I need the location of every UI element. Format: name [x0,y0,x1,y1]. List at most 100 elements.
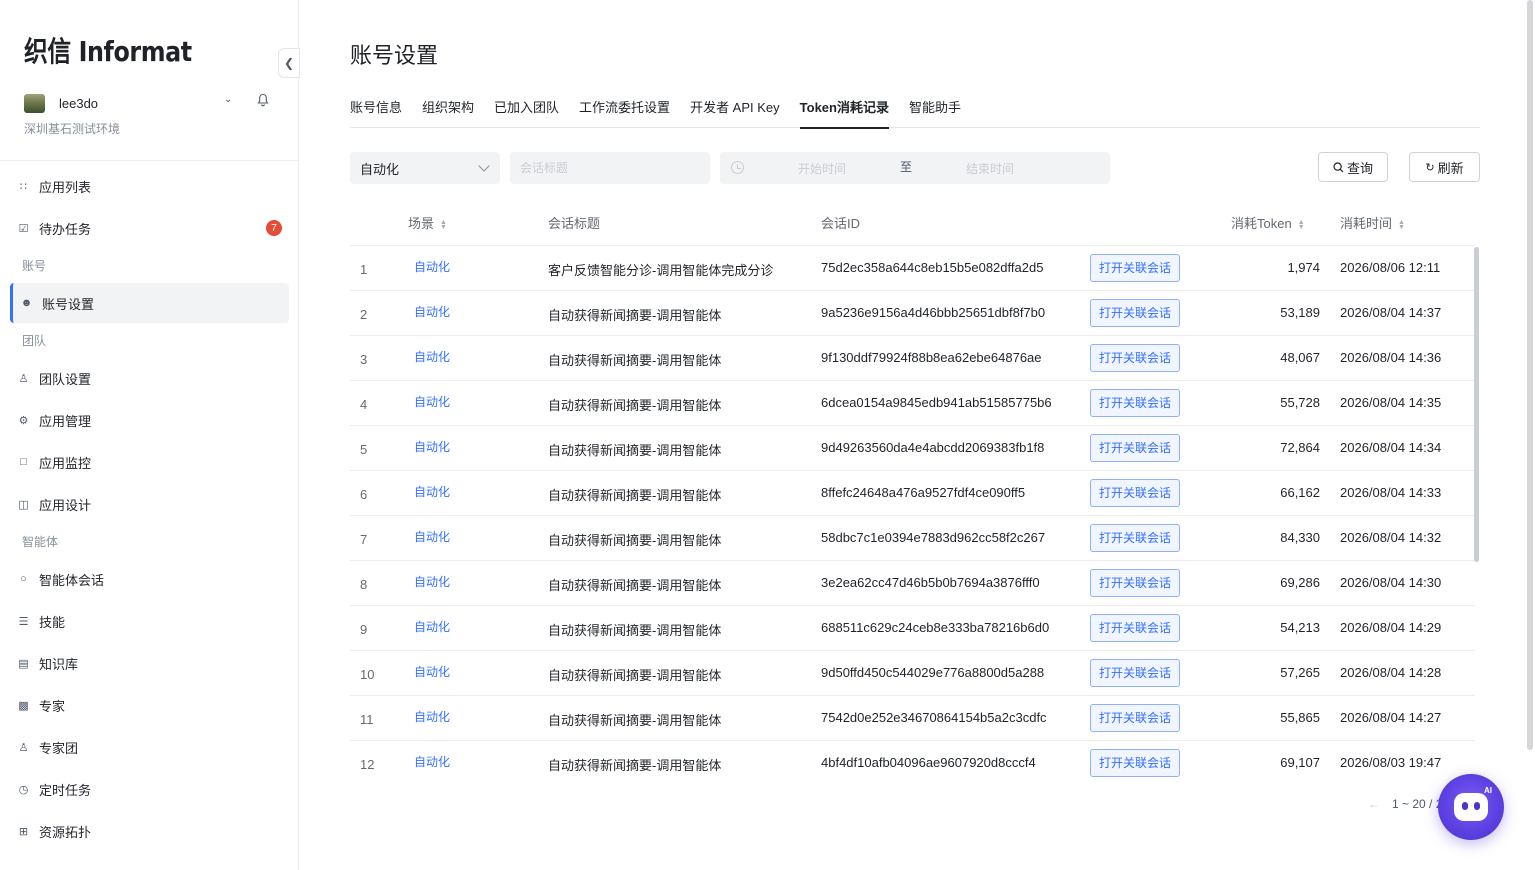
bell-icon[interactable] [257,93,269,107]
sort-icon[interactable]: ▲ ▼ [1398,219,1405,231]
chevron-down-icon[interactable]: ⌄ [224,94,232,105]
scene-link[interactable]: 自动化 [414,258,450,275]
token-count: 55,865 [1280,710,1320,725]
tab[interactable]: 智能助手 [909,98,961,128]
consumed-time: 2026/08/04 14:34 [1340,440,1442,455]
row-index: 10 [360,667,375,682]
column-header-scene[interactable]: 场景 ▲ ▼ [408,213,447,232]
tab[interactable]: 已加入团队 [494,98,559,128]
sidebar-item[interactable]: ◫ 应用设计 [0,483,299,525]
scene-link[interactable]: 自动化 [414,438,450,455]
sidebar-item[interactable]: □ 应用监控 [0,441,299,483]
row-index: 12 [360,757,375,772]
scene-link[interactable]: 自动化 [414,483,450,500]
sidebar-item-label: 应用监控 [39,455,92,471]
open-session-button[interactable]: 打开关联会话 [1090,749,1181,777]
open-session-button[interactable]: 打开关联会话 [1090,434,1181,462]
tab[interactable]: 工作流委托设置 [579,98,670,128]
token-count: 1,974 [1287,260,1320,275]
scene-link[interactable]: 自动化 [414,393,450,410]
open-session-button[interactable]: 打开关联会话 [1090,569,1181,597]
scene-link[interactable]: 自动化 [414,303,450,320]
scene-link[interactable]: 自动化 [414,528,450,545]
token-count: 48,067 [1280,350,1320,365]
user-menu[interactable]: lee3do ⌄ [24,92,274,114]
row-index: 9 [360,622,368,637]
consumed-time: 2026/08/04 14:36 [1340,350,1442,365]
scene-link[interactable]: 自动化 [414,348,450,365]
prev-page-arrow-icon[interactable]: ← [1368,797,1380,811]
sort-icon[interactable]: ▲ ▼ [440,219,447,231]
start-time-field[interactable]: 开始时间 [798,160,846,177]
sidebar-item[interactable]: ⚙ 应用管理 [0,399,299,441]
session-id: 9f130ddf79924f88b8ea62ebe64876ae [821,350,1042,365]
sidebar-item[interactable]: ☰ 技能 [0,600,299,642]
session-title: 自动获得新闻摘要-调用智能体 [548,353,722,368]
sidebar-item[interactable]: ◷ 定时任务 [0,768,299,810]
session-title-input[interactable] [510,152,710,184]
tab[interactable]: 开发者 API Key [690,98,780,128]
time-range-picker[interactable]: 开始时间 至 结束时间 [720,152,1110,184]
open-session-button[interactable]: 打开关联会话 [1090,524,1181,552]
open-session-button[interactable]: 打开关联会话 [1090,479,1181,507]
sidebar-item[interactable]: ♙ 团队设置 [0,357,299,399]
sidebar-item[interactable]: ⊞ 资源拓扑 [0,810,299,852]
sidebar-divider [0,160,299,161]
open-session-button[interactable]: 打开关联会话 [1090,614,1181,642]
column-header-token[interactable]: 消耗Token ▲ ▼ [1231,213,1305,232]
refresh-button[interactable]: ↻ 刷新 [1409,152,1480,182]
sidebar-item[interactable]: ▤ 知识库 [0,642,299,684]
session-title: 自动获得新闻摘要-调用智能体 [548,443,722,458]
tab[interactable]: Token消耗记录 [799,98,890,129]
scene-link[interactable]: 自动化 [414,573,450,590]
open-session-button[interactable]: 打开关联会话 [1090,704,1181,732]
open-session-button[interactable]: 打开关联会话 [1090,254,1181,282]
ai-assistant-button[interactable]: AI [1438,774,1504,840]
column-header-time[interactable]: 消耗时间 ▲ ▼ [1340,213,1405,232]
sidebar: 织信 Informat ❮ lee3do ⌄ 深圳基石测试环境 ∷ 应用列表 ☑ 待办… [0,0,300,870]
sidebar-item[interactable]: ○ 智能体会话 [0,558,299,600]
chevron-down-icon [478,160,490,172]
tab[interactable]: 账号信息 [350,98,402,128]
session-title: 自动获得新闻摘要-调用智能体 [548,533,722,548]
sidebar-item-label: 资源拓扑 [39,824,92,840]
brand-logo[interactable]: 织信 Informat [24,30,192,70]
row-index: 4 [360,397,368,412]
open-session-button[interactable]: 打开关联会话 [1090,299,1181,327]
token-count: 53,189 [1280,305,1320,320]
sidebar-item[interactable]: ☻ 账号设置 [10,283,289,323]
sidebar-item[interactable]: ∷ 应用列表 [0,165,299,207]
table-scrollbar[interactable] [1474,247,1479,562]
scene-link[interactable]: 自动化 [414,618,450,635]
scene-link[interactable]: 自动化 [414,753,450,770]
token-count: 57,265 [1280,665,1320,680]
open-session-button[interactable]: 打开关联会话 [1090,389,1181,417]
checkbox-icon: ☑ [18,222,29,235]
open-session-button[interactable]: 打开关联会话 [1090,344,1181,372]
table-row: 9 自动化 自动获得新闻摘要-调用智能体 688511c629c24ceb8e333b… [350,606,1475,651]
grid-icon: ∷ [20,180,27,193]
nav-group-label: 账号 [22,259,47,273]
query-button[interactable]: 查询 [1318,152,1388,182]
end-time-field[interactable]: 结束时间 [966,160,1014,177]
collapse-sidebar-button[interactable]: ❮ [278,48,300,78]
scene-link[interactable]: 自动化 [414,663,450,680]
sidebar-item-label: 专家 [39,698,66,714]
session-id: 6dcea0154a9845edb941ab51585775b6 [821,395,1052,410]
sidebar-item[interactable]: ☑ 待办任务 7 [0,207,299,249]
table-row: 7 自动化 自动获得新闻摘要-调用智能体 58dbc7c1e0394e7883d962… [350,516,1475,561]
sidebar-item-label: 智能体会话 [39,572,105,588]
page-scrollbar[interactable] [1527,0,1533,750]
sidebar-item[interactable]: ▩ 专家 [0,684,299,726]
chevron-left-icon: ❮ [283,56,295,70]
table-row: 4 自动化 自动获得新闻摘要-调用智能体 6dcea0154a9845edb941ab… [350,381,1475,426]
open-session-button[interactable]: 打开关联会话 [1090,659,1181,687]
sort-icon[interactable]: ▲ ▼ [1298,219,1305,231]
session-title: 自动获得新闻摘要-调用智能体 [548,398,722,413]
session-id: 3e2ea62cc47d46b5b0b7694a3876fff0 [821,575,1040,590]
sidebar-item[interactable]: ♙ 专家团 [0,726,299,768]
tab[interactable]: 组织架构 [422,98,474,128]
table-row: 2 自动化 自动获得新闻摘要-调用智能体 9a5236e9156a4d46bbb256… [350,291,1475,336]
scene-select[interactable]: 自动化 [350,152,500,184]
scene-link[interactable]: 自动化 [414,708,450,725]
